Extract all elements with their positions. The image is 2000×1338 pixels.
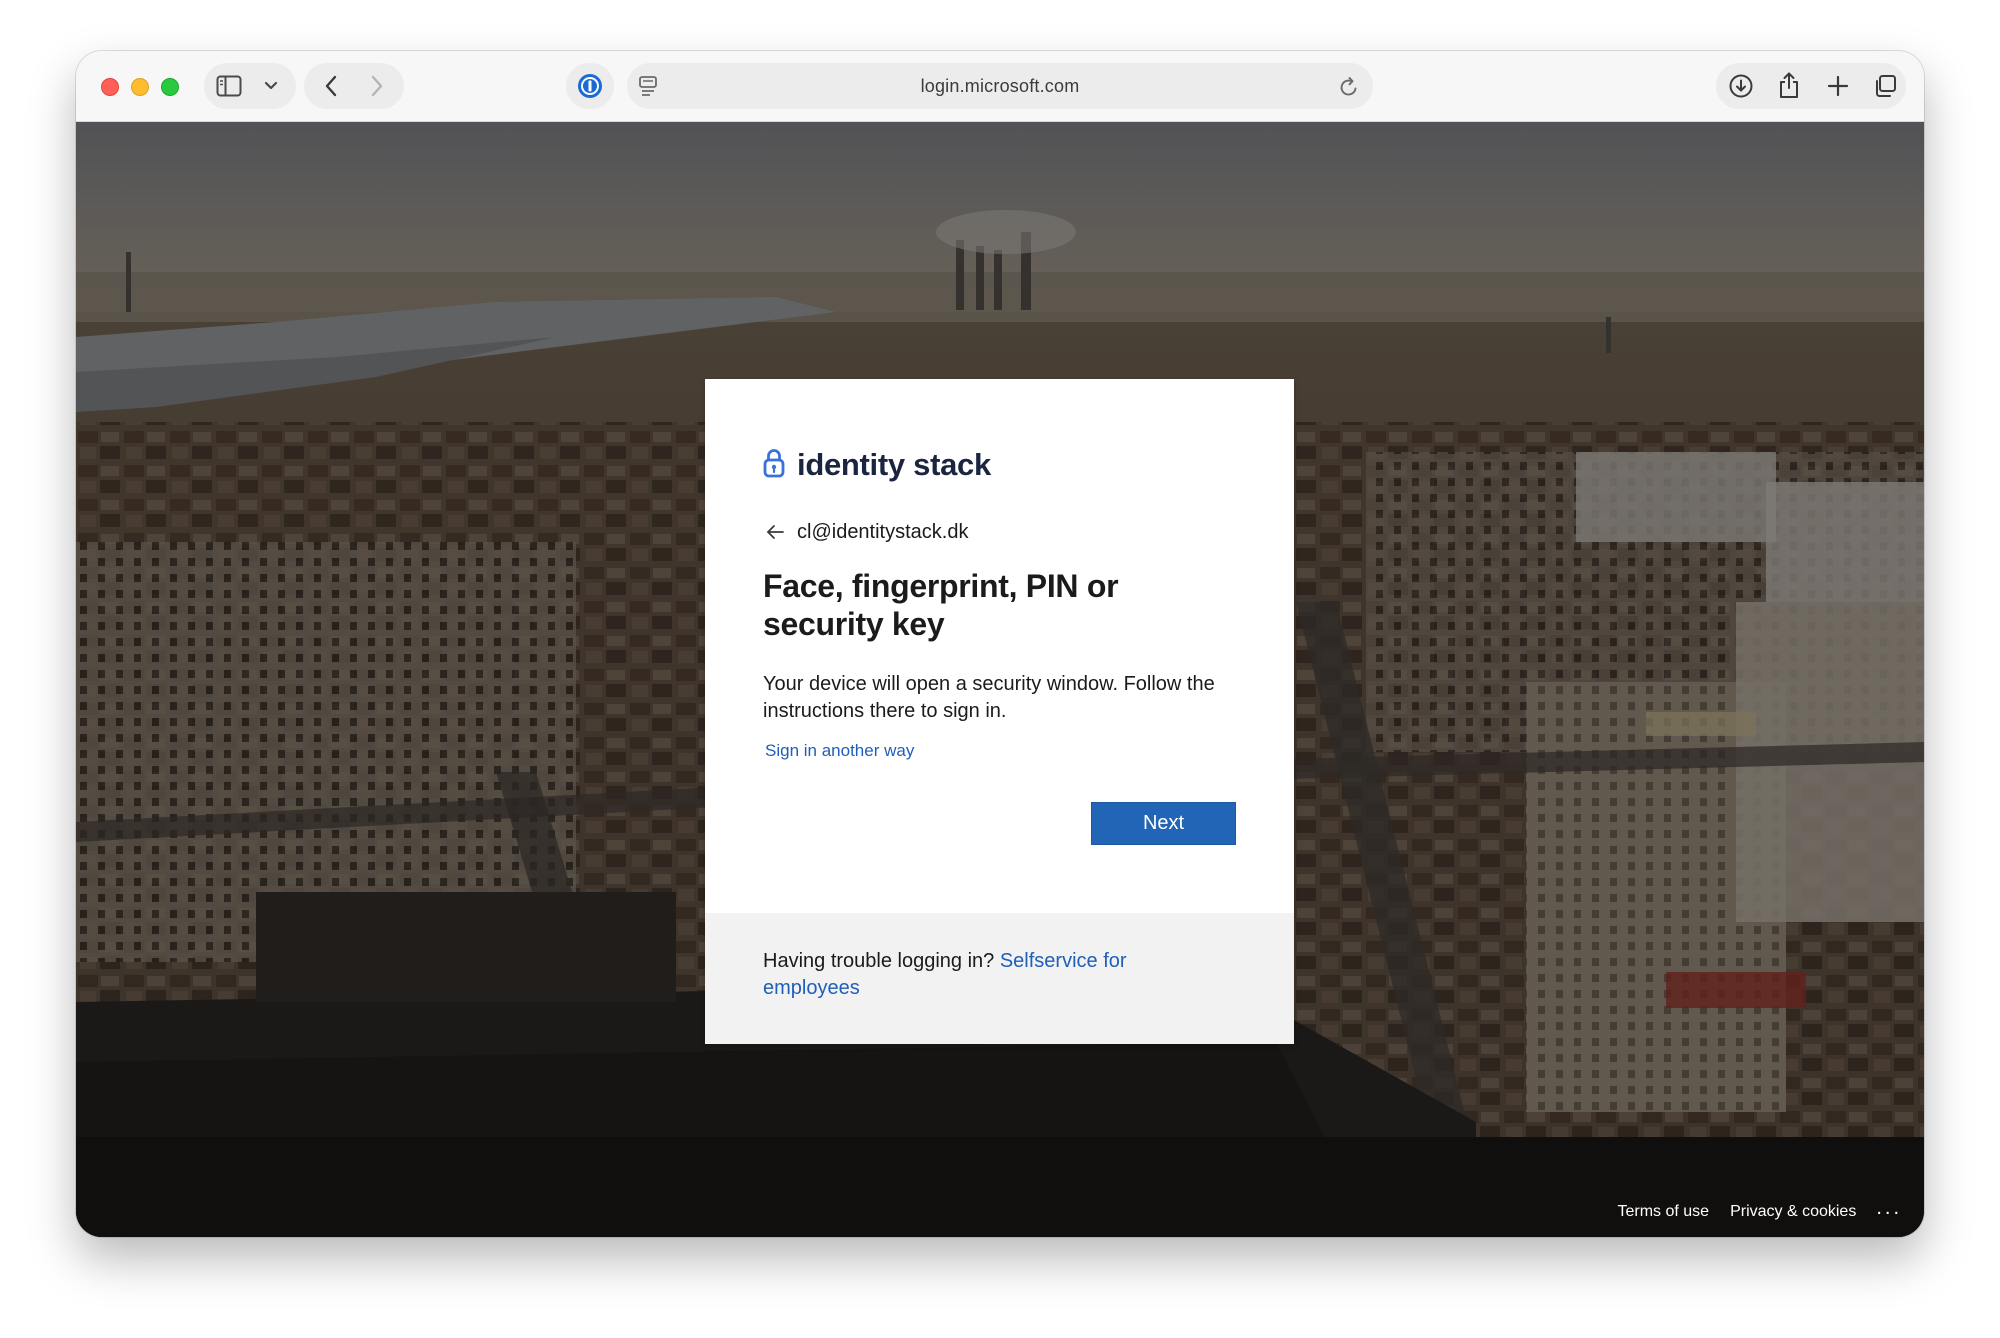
terms-of-use-link[interactable]: Terms of use (1617, 1203, 1709, 1221)
share-icon[interactable] (1776, 71, 1802, 99)
page-title: Face, fingerprint, PIN or security key (763, 568, 1119, 642)
sidebar-pill (204, 63, 296, 109)
password-manager-icon[interactable] (577, 73, 603, 99)
identity-email: cl@identitystack.dk (797, 520, 969, 543)
navigation-pill (304, 63, 404, 109)
more-options-button[interactable]: ... (1876, 1197, 1902, 1220)
instructions-text: Your device will open a security window.… (763, 673, 1215, 722)
privacy-cookies-link[interactable]: Privacy & cookies (1730, 1203, 1856, 1221)
help-text-block: Having trouble logging in? Selfservice f… (763, 948, 1203, 1002)
page-content: identity stack cl@identitystack.dk Face,… (76, 122, 1924, 1237)
padlock-icon (763, 448, 785, 483)
chevron-down-icon[interactable] (261, 76, 281, 96)
page-footer: Terms of use Privacy & cookies ... (1596, 1197, 1902, 1227)
chevron-left-icon[interactable] (319, 74, 343, 98)
tab-overview-icon[interactable] (1872, 73, 1898, 99)
tools-pill (1716, 63, 1906, 109)
extension-pill (566, 63, 614, 109)
plus-icon[interactable] (1825, 73, 1851, 99)
zoom-window-button[interactable] (161, 78, 179, 96)
chevron-right-icon[interactable] (365, 74, 389, 98)
reload-icon[interactable] (1337, 75, 1361, 99)
browser-toolbar: login.microsoft.com (76, 51, 1924, 122)
identity-row: cl@identitystack.dk (763, 517, 968, 547)
help-text: Having trouble logging in? (763, 950, 995, 972)
next-button[interactable]: Next (1091, 802, 1236, 845)
brand-name: identity stack (797, 447, 991, 482)
address-bar[interactable]: login.microsoft.com (627, 63, 1373, 109)
browser-window: login.microsoft.com identity stack cl@id… (76, 51, 1924, 1237)
url-text[interactable]: login.microsoft.com (627, 76, 1373, 97)
sign-in-another-way-link[interactable]: Sign in another way (765, 741, 914, 761)
help-footer: Having trouble logging in? Selfservice f… (705, 913, 1294, 1044)
brand-logo: identity stack (763, 445, 991, 485)
close-window-button[interactable] (101, 78, 119, 96)
signin-card: identity stack cl@identitystack.dk Face,… (705, 379, 1294, 1044)
download-icon[interactable] (1728, 73, 1754, 99)
arrow-left-icon[interactable] (763, 520, 791, 544)
sidebar-toggle-icon[interactable] (216, 74, 242, 98)
minimize-window-button[interactable] (131, 78, 149, 96)
